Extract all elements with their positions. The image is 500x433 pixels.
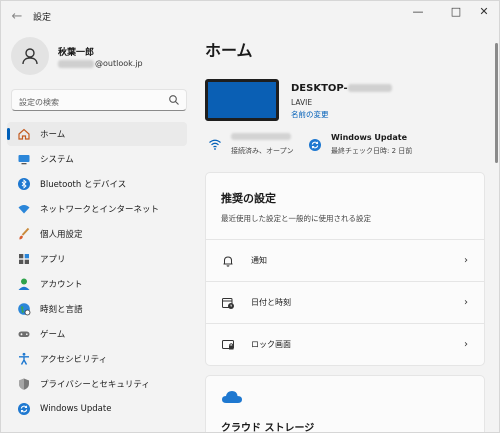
device-name: DESKTOP- <box>291 83 392 94</box>
user-icon <box>22 48 38 65</box>
recommended-title: 推奨の設定 <box>221 192 276 205</box>
sidebar-item-accessibility[interactable]: アクセシビリティ <box>7 347 187 371</box>
device-thumbnail <box>205 79 279 121</box>
sidebar-item-label: アプリ <box>40 255 66 265</box>
device-model: LAVIE <box>291 98 313 107</box>
profile-name: 秋葉一郎 <box>58 48 95 58</box>
windows-update-last-check: 最終チェック日時: 2 日前 <box>331 147 413 155</box>
brush-icon <box>17 227 31 241</box>
network-status: 接続済み、オープン <box>231 147 294 155</box>
account-icon <box>17 277 31 291</box>
back-arrow-icon[interactable]: ← <box>7 7 27 27</box>
sidebar-item-label: アカウント <box>40 280 83 290</box>
sidebar-item-label: Bluetooth とデバイス <box>40 180 127 190</box>
sidebar-item-apps[interactable]: アプリ <box>7 247 187 271</box>
sidebar-item-personalization[interactable]: 個人用設定 <box>7 222 187 246</box>
app-title: 設定 <box>33 13 52 23</box>
redacted-email-user <box>58 59 94 68</box>
sidebar-item-system[interactable]: システム <box>7 147 187 171</box>
page-title: ホーム <box>205 41 253 60</box>
recommended-row-notifications[interactable]: 通知 › <box>205 240 485 282</box>
sidebar-item-home[interactable]: ホーム <box>7 122 187 146</box>
sidebar-item-network[interactable]: ネットワークとインターネット <box>7 197 187 221</box>
sidebar-item-label: アクセシビリティ <box>40 355 108 365</box>
avatar[interactable] <box>11 37 49 75</box>
scrollbar[interactable] <box>495 43 498 163</box>
calendar-clock-icon <box>221 296 235 310</box>
rename-link[interactable]: 名前の変更 <box>291 109 329 120</box>
update-icon <box>17 402 31 416</box>
globe-icon <box>17 302 31 316</box>
chevron-right-icon: › <box>464 339 468 350</box>
profile-email: @outlook.jp <box>58 59 143 68</box>
bell-icon <box>221 254 235 268</box>
search-icon[interactable] <box>168 94 180 106</box>
sidebar-nav: ホーム システム Bluetooth とデバイス ネットワークとインターネット … <box>7 122 187 422</box>
recommended-description: 最近使用した設定と一般的に使用される設定 <box>221 214 371 223</box>
chevron-right-icon: › <box>464 255 468 266</box>
windows-update-title[interactable]: Windows Update <box>331 133 407 142</box>
gamepad-icon <box>17 327 31 341</box>
row-label: ロック画面 <box>251 340 291 349</box>
redacted-network-name <box>231 133 291 140</box>
accessibility-icon <box>17 352 31 366</box>
sidebar-item-label: 個人用設定 <box>40 230 83 240</box>
sidebar-item-accounts[interactable]: アカウント <box>7 272 187 296</box>
sidebar-item-label: Windows Update <box>40 404 112 414</box>
sidebar-item-label: プライバシーとセキュリティ <box>40 380 150 390</box>
bluetooth-icon <box>17 177 31 191</box>
recommended-row-lock-screen[interactable]: ロック画面 › <box>205 324 485 366</box>
sidebar-item-gaming[interactable]: ゲーム <box>7 322 187 346</box>
apps-icon <box>17 252 31 266</box>
search-box <box>11 89 187 113</box>
redacted-device-suffix <box>347 84 392 92</box>
cloud-storage-card: クラウド ストレージ <box>205 375 485 433</box>
title-bar: ← 設定 — □ ✕ <box>1 1 499 33</box>
recommended-settings-card: 推奨の設定 最近使用した設定と一般的に使用される設定 <box>205 172 485 240</box>
sidebar-item-windows-update[interactable]: Windows Update <box>7 397 187 421</box>
sidebar-item-label: 時刻と言語 <box>40 305 83 315</box>
row-label: 通知 <box>251 256 267 265</box>
wifi-status-icon[interactable] <box>208 137 222 151</box>
sidebar-item-label: ネットワークとインターネット <box>40 205 160 215</box>
sidebar-item-bluetooth[interactable]: Bluetooth とデバイス <box>7 172 187 196</box>
home-icon <box>17 127 31 141</box>
close-button[interactable]: ✕ <box>467 1 499 23</box>
shield-icon <box>17 377 31 391</box>
row-label: 日付と時刻 <box>251 298 291 307</box>
sidebar-item-label: ゲーム <box>40 330 66 340</box>
recommended-row-date-time[interactable]: 日付と時刻 › <box>205 282 485 324</box>
chevron-right-icon: › <box>464 297 468 308</box>
cloud-storage-title: クラウド ストレージ <box>221 423 315 433</box>
lock-screen-icon <box>221 338 235 352</box>
monitor-icon <box>17 152 31 166</box>
minimize-button[interactable]: — <box>401 1 435 23</box>
cloud-icon <box>222 391 242 403</box>
wifi-icon <box>17 202 31 216</box>
update-status-icon[interactable] <box>308 138 322 152</box>
sidebar-item-label: ホーム <box>40 130 66 140</box>
settings-window: ← 設定 — □ ✕ 秋葉一郎 @outlook.jp ホーム システム Blu… <box>0 0 500 433</box>
sidebar-item-privacy[interactable]: プライバシーとセキュリティ <box>7 372 187 396</box>
search-input[interactable] <box>12 92 162 113</box>
sidebar-item-time-language[interactable]: 時刻と言語 <box>7 297 187 321</box>
sidebar-item-label: システム <box>40 155 74 165</box>
